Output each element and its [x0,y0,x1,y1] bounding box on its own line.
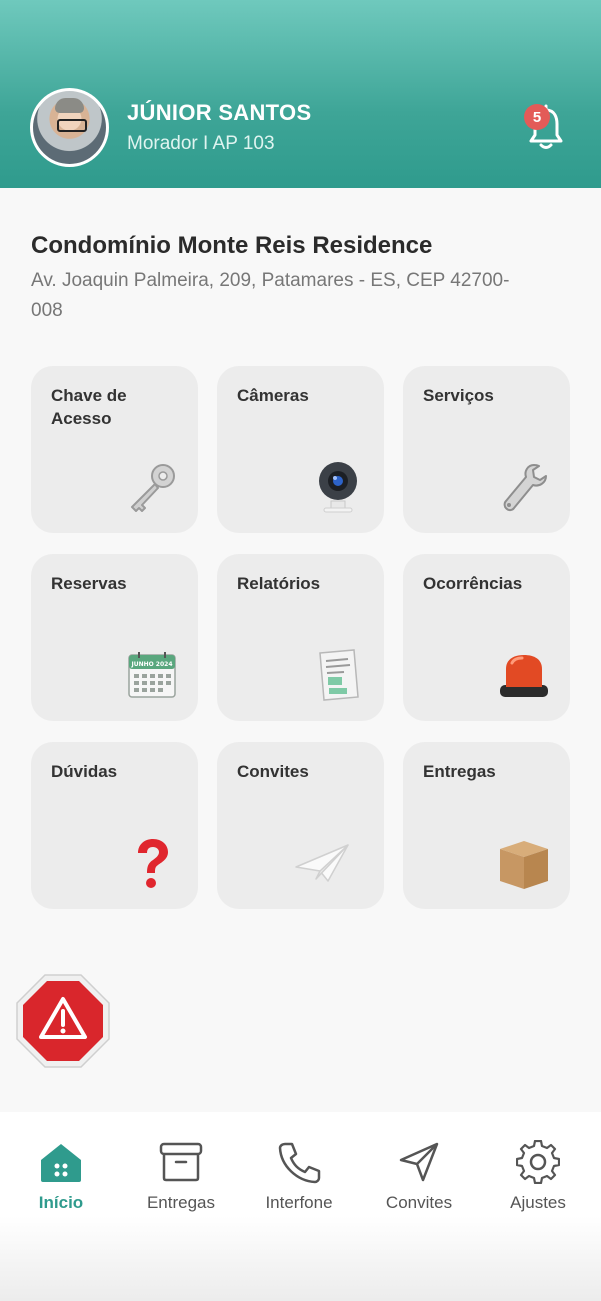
emergency-alert-button[interactable] [15,973,111,1069]
nav-label: Convites [385,1193,453,1212]
card-label: Câmeras [237,386,309,405]
notification-badge[interactable]: 5 [524,104,550,130]
report-icon [319,649,359,701]
nav-item-intercom[interactable]: Interfone [244,1140,354,1220]
card-label: Dúvidas [51,762,118,781]
card-questions[interactable]: Dúvidas [31,742,198,909]
key-icon [131,464,175,512]
card-cameras[interactable]: Câmeras [217,366,384,533]
condo-address: Av. Joaquin Palmeira, 209, Patamares - E… [31,270,510,321]
box-icon [500,841,548,889]
card-deliveries[interactable]: Entregas [403,742,570,909]
user-name: JÚNIOR SANTOS [127,100,312,125]
card-label: Ocorrências [423,574,523,593]
condo-name: Condomínio Monte Reis Residence [31,232,433,259]
avatar-photo [33,91,106,164]
services-grid: Chave de Acesso Câmeras Serviços Reserva… [31,366,570,910]
question-icon [138,839,168,888]
nav-item-settings[interactable]: Ajustes [483,1140,593,1220]
card-label: Relatórios [237,574,321,593]
nav-label: Início [38,1193,84,1212]
gear-icon [516,1140,560,1184]
calendar-month-text: JUNHO 2024 [130,661,172,668]
calendar-icon: JUNHO 2024 [128,652,176,698]
nav-item-home[interactable]: Início [6,1140,116,1220]
card-label: Chave de Acesso [51,386,127,428]
nav-label: Ajustes [510,1193,566,1212]
card-label: Reservas [51,574,127,593]
card-invites[interactable]: Convites [217,742,384,909]
avatar[interactable] [30,88,109,167]
nav-item-deliveries[interactable]: Entregas [126,1140,236,1220]
card-reservations[interactable]: Reservas JUNHO 2024 [31,554,198,721]
paper-plane-icon [295,844,349,882]
nav-label: Entregas [146,1193,216,1212]
camera-icon [319,462,357,513]
nav-label: Interfone [265,1193,333,1212]
card-access-key[interactable]: Chave de Acesso [31,366,198,533]
home-icon [41,1144,81,1182]
wrench-icon [503,464,547,512]
card-occurrences[interactable]: Ocorrências [403,554,570,721]
phone-icon [278,1142,321,1184]
send-icon [399,1142,439,1182]
archive-icon [159,1142,203,1182]
card-label: Convites [237,762,309,781]
card-label: Serviços [423,386,494,405]
nav-item-invites[interactable]: Convites [364,1140,474,1220]
app-header: JÚNIOR SANTOS Morador I AP 103 5 [0,0,601,188]
user-subtitle: Morador I AP 103 [127,133,275,154]
card-label: Entregas [423,762,496,781]
siren-icon [500,655,548,697]
card-reports[interactable]: Relatórios [217,554,384,721]
card-services[interactable]: Serviços [403,366,570,533]
